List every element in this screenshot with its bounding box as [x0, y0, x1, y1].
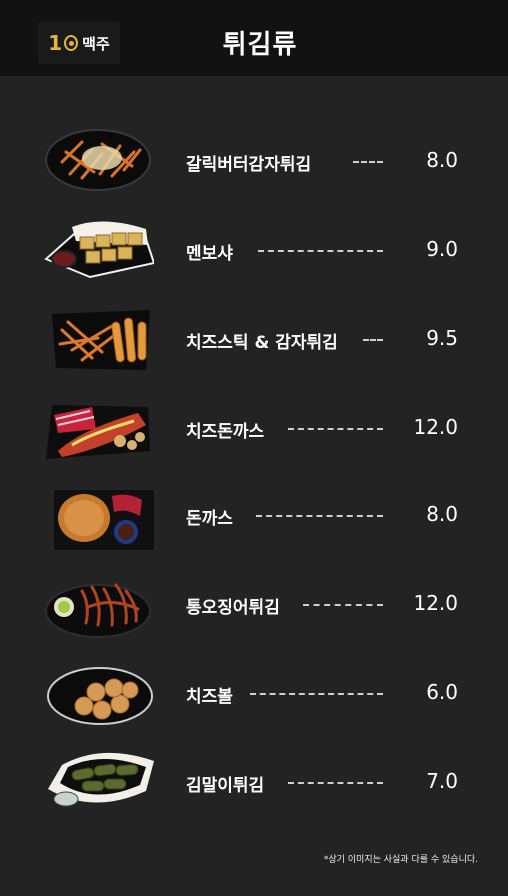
- fried-squid-image: [42, 567, 154, 639]
- item-price: 7.0: [426, 769, 458, 793]
- cheese-cutlet-image: [42, 389, 154, 461]
- dotted-leader: [250, 693, 383, 695]
- item-name: 치즈스틱 & 감자튀김: [186, 333, 338, 353]
- dotted-leader: [363, 339, 383, 341]
- menu-item-garlic-butter-fries[interactable]: 갈릭버터감자튀김 8.0: [0, 118, 508, 198]
- dotted-leader: [353, 161, 383, 163]
- item-name: 갈릭버터감자튀김: [186, 155, 312, 175]
- item-name: 치즈돈까스: [186, 422, 265, 442]
- item-price: 12.0: [413, 591, 458, 615]
- cheese-stick-fries-image: [42, 300, 154, 372]
- dotted-leader: [288, 428, 383, 430]
- menu-item-cheese-cutlet[interactable]: 치즈돈까스 12.0: [0, 385, 508, 465]
- gimmari-image: [42, 745, 154, 817]
- header-bar: 1 맥주 튀김류: [0, 0, 508, 76]
- item-price: 12.0: [413, 415, 458, 439]
- item-price: 9.5: [426, 326, 458, 350]
- item-name: 치즈볼: [186, 687, 233, 707]
- menu-item-menbosha[interactable]: 멘보샤 9.0: [0, 207, 508, 287]
- cheese-ball-image: [42, 656, 154, 728]
- item-name: 김말이튀김: [186, 776, 265, 796]
- item-price: 6.0: [426, 680, 458, 704]
- garlic-butter-fries-image: [42, 122, 154, 194]
- dotted-leader: [303, 604, 383, 606]
- pork-cutlet-image: [42, 478, 154, 550]
- menu-item-cheese-ball[interactable]: 치즈볼 6.0: [0, 652, 508, 732]
- item-price: 9.0: [426, 237, 458, 261]
- menu-item-gimmari[interactable]: 김말이튀김 7.0: [0, 741, 508, 821]
- menu-item-cheese-stick-fries[interactable]: 치즈스틱 & 감자튀김 9.5: [0, 296, 508, 376]
- page-title: 튀김류: [222, 30, 298, 60]
- menbosha-image: [42, 211, 154, 283]
- disclaimer-note: *상기 이미지는 사실과 다를 수 있습니다.: [323, 855, 478, 865]
- item-name: 돈까스: [186, 509, 233, 529]
- item-price: 8.0: [426, 148, 458, 172]
- dotted-leader: [256, 515, 383, 517]
- dotted-leader: [258, 250, 383, 252]
- menu-item-pork-cutlet[interactable]: 돈까스 8.0: [0, 474, 508, 554]
- item-price: 8.0: [426, 502, 458, 526]
- item-name: 멘보샤: [186, 244, 233, 264]
- item-name: 통오징어튀김: [186, 598, 280, 618]
- menu-item-fried-squid[interactable]: 통오징어튀김 12.0: [0, 563, 508, 643]
- dotted-leader: [288, 782, 383, 784]
